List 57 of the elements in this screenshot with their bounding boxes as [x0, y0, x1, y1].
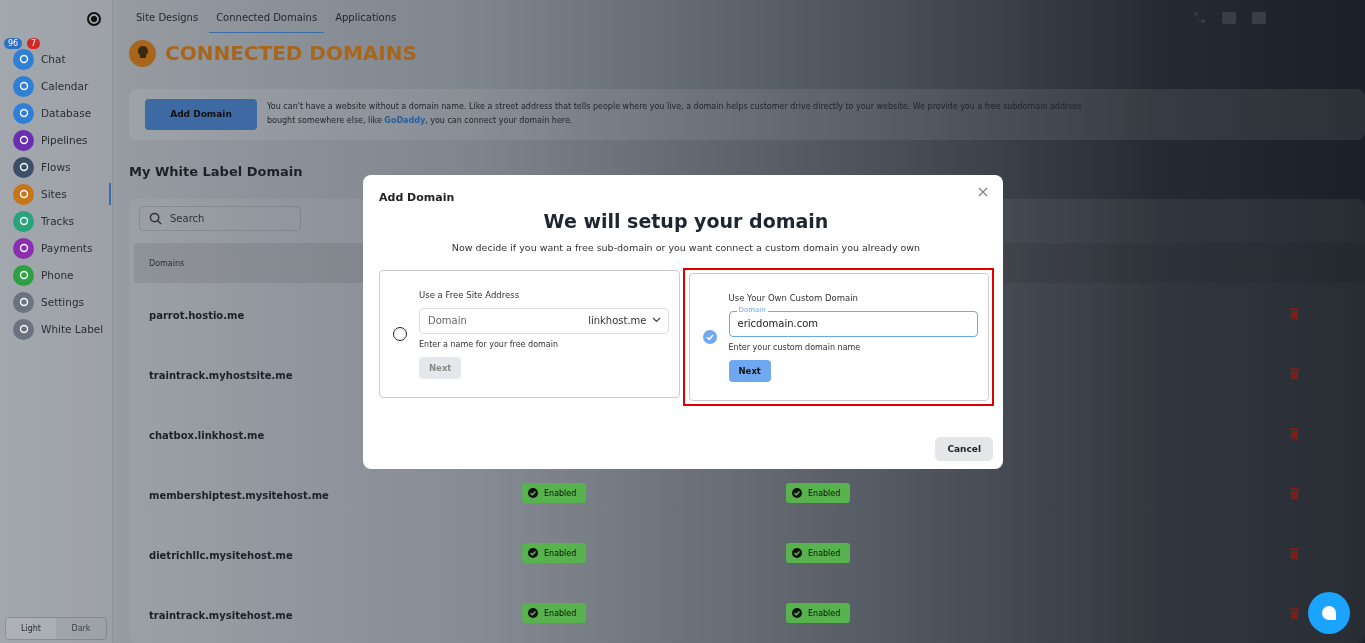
sidebar-item[interactable]: Database — [0, 102, 111, 124]
trash-icon[interactable] — [1290, 547, 1299, 559]
chevron-icon — [651, 317, 661, 323]
count-badge: 7 — [27, 38, 41, 49]
trash-icon[interactable] — [1290, 427, 1299, 439]
next-button[interactable]: Next — [728, 359, 771, 382]
sidebar-item[interactable]: Payments — [0, 237, 111, 259]
trash-icon[interactable] — [1290, 367, 1299, 379]
status-badge: Enabled — [786, 543, 851, 563]
sidebar-item[interactable]: White Label — [0, 318, 111, 340]
table-cell: traintrack.mysitehost.me — [149, 609, 293, 621]
bulb-icon — [129, 39, 156, 67]
section-title: My White Label Domain — [129, 164, 304, 179]
dialog-header: Add Domain — [379, 191, 455, 204]
table-cell: dietrichllc.mysitehost.me — [149, 549, 293, 561]
sidebar-item[interactable]: Chat — [0, 48, 111, 70]
field-hint: Enter your custom domain name — [728, 342, 862, 352]
option-label: Use Your Own Custom Domain — [728, 292, 859, 303]
trash-icon[interactable] — [1290, 607, 1299, 619]
dialog-title: We will setup your domain — [542, 210, 830, 232]
sidebar-item[interactable]: Tracks — [0, 210, 111, 232]
sidebar-item[interactable]: Flows — [0, 156, 111, 178]
status-badge: Enabled — [786, 483, 851, 503]
add-domain-button[interactable]: Add Domain — [145, 98, 257, 130]
sidebar-item[interactable]: Settings — [0, 291, 111, 313]
table-cell: membershiptest.mysitehost.me — [149, 489, 329, 501]
sidebar-item[interactable]: Calendar — [0, 75, 111, 97]
trash-icon[interactable] — [1290, 487, 1299, 499]
chat-bubble-icon — [1320, 604, 1338, 622]
tab[interactable]: Site Designs — [129, 0, 206, 33]
sidebar-item[interactable]: Pipelines — [0, 129, 111, 151]
status-badge: Enabled — [522, 603, 587, 623]
status-badge: Enabled — [522, 543, 587, 563]
table-cell: parrot.hostio.me — [149, 309, 245, 321]
sidebar-item[interactable]: Phone — [0, 264, 111, 286]
status-badge: Enabled — [786, 603, 851, 623]
table-cell: chatbox.linkhost.me — [149, 429, 265, 441]
dialog-subtitle: Now decide if you want a free sub-domain or you want connect a custom domain you already own — [450, 242, 922, 253]
record-icon[interactable] — [87, 12, 101, 26]
option-label: Use a Free Site Address — [419, 289, 521, 300]
chat-button[interactable] — [1308, 592, 1350, 634]
tab[interactable]: Applications — [328, 0, 404, 33]
search-icon — [149, 212, 162, 225]
table-cell: traintrack.myhostsite.me — [149, 369, 293, 381]
check-icon[interactable] — [702, 330, 717, 344]
field-hint: Enter a name for your free domain — [419, 339, 560, 349]
cancel-button[interactable]: Cancel — [935, 437, 993, 461]
sidebar-item[interactable]: Sites — [0, 183, 111, 205]
trash-icon[interactable] — [1290, 307, 1299, 319]
theme-toggle[interactable]: Light — [6, 618, 56, 639]
column-header: Domains — [149, 258, 185, 268]
theme-toggle[interactable]: Dark — [56, 618, 106, 639]
count-badge: 96 — [4, 38, 23, 49]
status-badge: Enabled — [522, 483, 587, 503]
tab[interactable]: Connected Domains — [209, 0, 325, 33]
page-title: CONNECTED DOMAINS — [165, 41, 417, 65]
close-icon[interactable] — [978, 187, 988, 197]
